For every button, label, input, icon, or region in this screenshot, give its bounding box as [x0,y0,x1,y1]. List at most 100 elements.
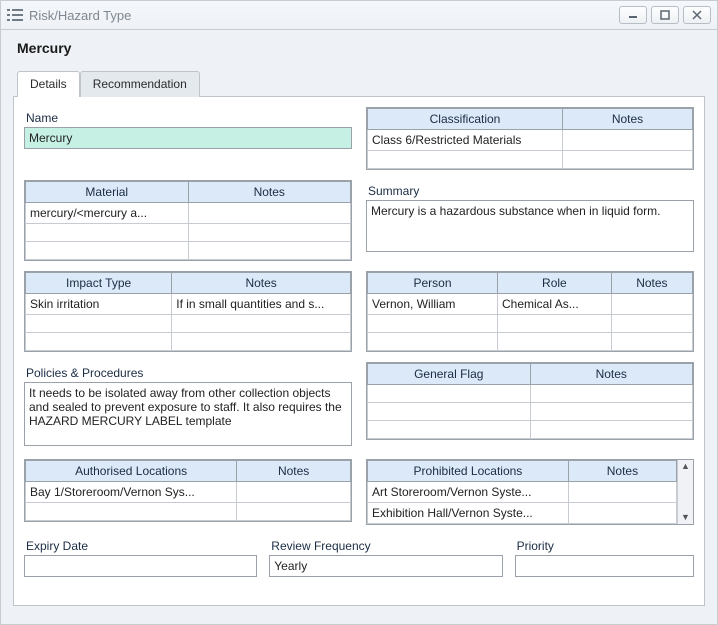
table-cell[interactable] [563,130,693,151]
authorised-locations-grid[interactable]: Authorised Locations Notes Bay 1/Storero… [24,459,352,522]
scroll-up-icon[interactable]: ▲ [681,462,690,471]
table-row: Bay 1/Storeroom/Vernon Sys... [26,482,351,503]
name-input[interactable] [24,127,352,149]
table-cell[interactable] [237,503,351,521]
title-bar: Risk/Hazard Type [0,0,718,30]
table-cell[interactable] [530,421,693,439]
classification-notes-header[interactable]: Notes [563,109,693,130]
table-cell[interactable] [188,224,351,242]
scroll-down-icon[interactable]: ▼ [681,513,690,522]
table-cell[interactable] [368,385,531,403]
table-row [368,421,693,439]
table-row [368,315,693,333]
table-row [368,385,693,403]
priority-input[interactable] [515,555,694,577]
impact-grid[interactable]: Impact Type Notes Skin irritationIf in s… [24,271,352,352]
table-row [26,503,351,521]
table-cell[interactable]: Bay 1/Storeroom/Vernon Sys... [26,482,237,503]
table-cell[interactable]: Skin irritation [26,294,172,315]
summary-label: Summary [368,184,694,198]
priority-label: Priority [517,539,694,553]
table-cell[interactable] [563,151,693,169]
table-cell[interactable] [368,421,531,439]
expiry-label: Expiry Date [26,539,257,553]
table-cell[interactable] [611,315,692,333]
table-cell[interactable] [368,403,531,421]
classification-grid[interactable]: Classification Notes Class 6/Restricted … [366,107,694,170]
table-row: Skin irritationIf in small quantities an… [26,294,351,315]
table-cell[interactable] [368,333,498,351]
minimize-button[interactable] [619,6,647,24]
table-cell[interactable] [26,333,172,351]
table-cell[interactable] [498,333,612,351]
name-label: Name [26,111,352,125]
person-grid[interactable]: Person Role Notes Vernon, WilliamChemica… [366,271,694,352]
details-panel: Name Classification Notes Class 6/Restri… [13,96,705,606]
policies-label: Policies & Procedures [26,366,352,380]
scrollbar[interactable]: ▲ ▼ [677,460,693,524]
table-cell[interactable]: Vernon, William [368,294,498,315]
impact-notes-header[interactable]: Notes [172,273,351,294]
table-row: Exhibition Hall/Vernon Syste... [368,503,677,524]
table-cell[interactable] [498,315,612,333]
table-cell[interactable] [26,224,189,242]
prohibited-locations-notes-header[interactable]: Notes [568,461,676,482]
table-cell[interactable] [172,315,351,333]
tab-recommendation[interactable]: Recommendation [80,71,200,97]
authorised-locations-header[interactable]: Authorised Locations [26,461,237,482]
table-cell[interactable] [188,242,351,260]
table-cell[interactable] [26,503,237,521]
table-cell[interactable] [611,333,692,351]
page-title: Mercury [17,40,705,56]
table-cell[interactable] [530,403,693,421]
table-cell[interactable]: Chemical As... [498,294,612,315]
prohibited-locations-header[interactable]: Prohibited Locations [368,461,569,482]
client-area: Mercury Details Recommendation Name Clas… [0,30,718,625]
table-cell[interactable] [237,482,351,503]
review-input[interactable] [269,555,502,577]
table-row: Art Storeroom/Vernon Syste... [368,482,677,503]
person-header[interactable]: Person [368,273,498,294]
general-flag-notes-header[interactable]: Notes [530,364,693,385]
table-row [26,315,351,333]
table-cell[interactable]: If in small quantities and s... [172,294,351,315]
table-cell[interactable] [568,503,676,524]
prohibited-locations-grid[interactable]: Prohibited Locations Notes Art Storeroom… [366,459,694,525]
authorised-locations-notes-header[interactable]: Notes [237,461,351,482]
role-header[interactable]: Role [498,273,612,294]
window-title: Risk/Hazard Type [29,8,131,23]
table-cell[interactable] [611,294,692,315]
material-notes-header[interactable]: Notes [188,182,351,203]
general-flag-header[interactable]: General Flag [368,364,531,385]
tab-details[interactable]: Details [17,71,80,97]
table-row [368,333,693,351]
table-row [26,242,351,260]
person-notes-header[interactable]: Notes [611,273,692,294]
review-label: Review Frequency [271,539,502,553]
expiry-input[interactable] [24,555,257,577]
material-header[interactable]: Material [26,182,189,203]
tab-strip: Details Recommendation [17,70,705,96]
impact-type-header[interactable]: Impact Type [26,273,172,294]
table-cell[interactable] [188,203,351,224]
table-row: Class 6/Restricted Materials [368,130,693,151]
table-row: mercury/<mercury a... [26,203,351,224]
table-cell[interactable] [568,482,676,503]
table-cell[interactable] [368,151,563,169]
table-cell[interactable] [172,333,351,351]
table-cell[interactable] [530,385,693,403]
general-flag-grid[interactable]: General Flag Notes [366,362,694,440]
summary-input[interactable] [366,200,694,252]
table-cell[interactable]: Exhibition Hall/Vernon Syste... [368,503,569,524]
table-cell[interactable]: mercury/<mercury a... [26,203,189,224]
table-cell[interactable] [368,315,498,333]
table-cell[interactable]: Art Storeroom/Vernon Syste... [368,482,569,503]
policies-input[interactable] [24,382,352,446]
maximize-button[interactable] [651,6,679,24]
classification-header[interactable]: Classification [368,109,563,130]
close-button[interactable] [683,6,711,24]
table-cell[interactable] [26,242,189,260]
table-cell[interactable]: Class 6/Restricted Materials [368,130,563,151]
table-cell[interactable] [26,315,172,333]
material-grid[interactable]: Material Notes mercury/<mercury a... [24,180,352,261]
